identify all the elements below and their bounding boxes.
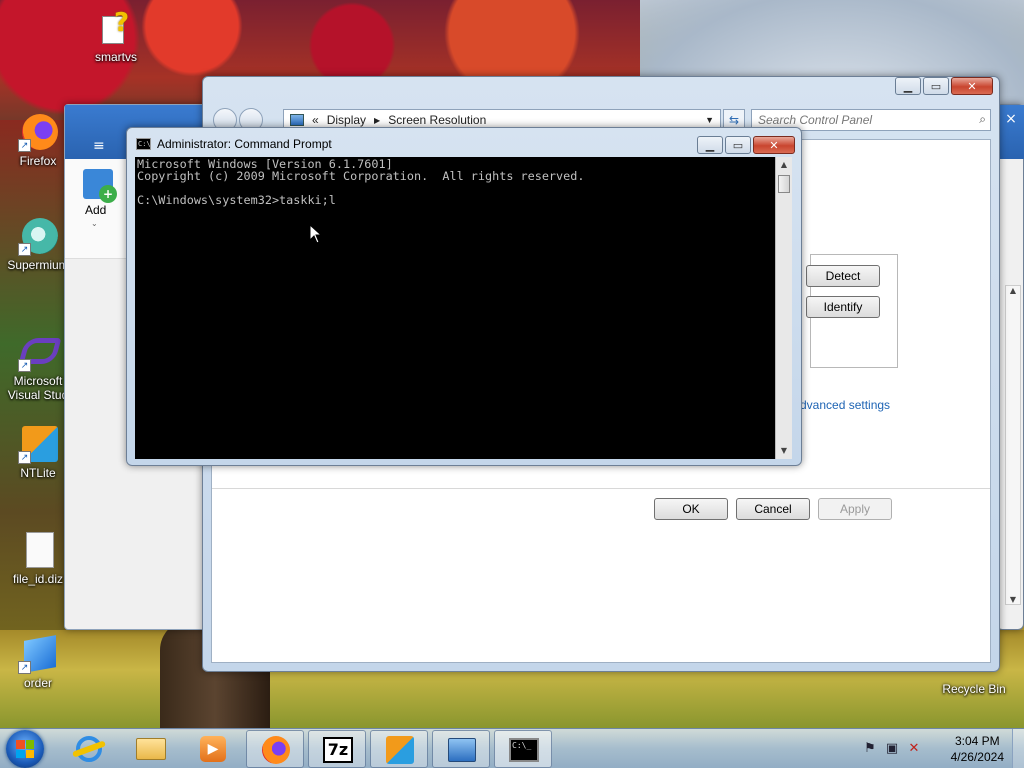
scrollbar[interactable]: ▲ ▼: [1005, 285, 1021, 605]
divider: [212, 488, 990, 489]
desktop-icon-label: smartvs: [95, 50, 137, 64]
taskbar-command-prompt[interactable]: C:\_: [494, 730, 552, 768]
menu-icon[interactable]: ≡: [93, 138, 105, 154]
close-icon[interactable]: ×: [997, 105, 1024, 159]
close-button[interactable]: ✕: [951, 77, 993, 95]
minimize-button[interactable]: ▁: [697, 136, 723, 154]
taskbar-ntlite[interactable]: [370, 730, 428, 768]
search-placeholder: Search Control Panel: [758, 113, 873, 127]
text-file-icon: [18, 530, 58, 570]
console-output[interactable]: Microsoft Windows [Version 6.1.7601] Copy…: [135, 157, 775, 459]
window-title: Administrator: Command Prompt: [157, 137, 332, 151]
advanced-settings-link[interactable]: dvanced settings: [800, 398, 890, 412]
ntlite-icon: [384, 736, 416, 764]
minimize-button[interactable]: ▁: [895, 77, 921, 95]
7zip-icon: 7z: [322, 736, 354, 764]
maximize-button[interactable]: ▭: [725, 136, 751, 154]
visual-studio-icon: ↗: [18, 332, 62, 372]
console-prompt-line: C:\Windows\system32>taskki;l: [137, 193, 336, 207]
command-prompt-icon: C:\_: [508, 736, 540, 764]
desktop-icon-label: Recycle Bin: [942, 682, 1006, 696]
windows-logo-icon: [16, 740, 34, 758]
breadcrumb-separator-icon: ▶: [374, 115, 381, 125]
command-prompt-icon: C:\: [136, 138, 151, 150]
scroll-up-icon[interactable]: ▲: [776, 157, 792, 173]
detect-button[interactable]: Detect: [806, 265, 880, 287]
breadcrumb-display[interactable]: Display: [327, 113, 366, 127]
firefox-icon: [260, 736, 292, 764]
breadcrumb-prefix: «: [312, 113, 319, 127]
internet-explorer-icon: [71, 735, 107, 763]
action-center-flag-icon[interactable]: ⚑: [862, 741, 878, 757]
identify-button[interactable]: Identify: [806, 296, 880, 318]
taskbar: ▶ 7z C:\_ ⚑ ▣ ✕ 3:04 PM 4/26/2024: [0, 728, 1024, 768]
control-panel-icon: [446, 736, 478, 764]
console-scrollbar[interactable]: ▲ ▼: [775, 157, 792, 459]
taskbar-explorer[interactable]: [122, 730, 180, 768]
firefox-icon: ↗: [18, 112, 58, 152]
volume-muted-icon[interactable]: ✕: [906, 741, 922, 757]
start-button[interactable]: [6, 730, 44, 768]
command-prompt-window[interactable]: C:\ Administrator: Command Prompt ▁ ▭ ✕ …: [126, 127, 802, 466]
cube-icon: ↗: [18, 634, 58, 674]
network-icon[interactable]: ▣: [884, 741, 900, 757]
desktop-icon-smartvs[interactable]: ? smartvs: [78, 8, 154, 64]
add-button-label[interactable]: Add: [85, 203, 106, 217]
system-tray: ⚑ ▣ ✕ 3:04 PM 4/26/2024: [854, 729, 1024, 768]
clock[interactable]: 3:04 PM 4/26/2024: [951, 733, 1004, 765]
media-player-icon: ▶: [197, 735, 229, 763]
right-app-window[interactable]: × ▲ ▼: [996, 104, 1024, 630]
desktop-icon-order[interactable]: ↗ order: [0, 634, 76, 690]
maximize-button[interactable]: ▭: [923, 77, 949, 95]
desktop-icon-label: order: [23, 676, 52, 690]
add-icon[interactable]: +: [83, 169, 117, 203]
taskbar-media-player[interactable]: ▶: [184, 730, 242, 768]
help-file-icon: ?: [96, 8, 136, 48]
supermium-icon: ↗: [18, 216, 58, 256]
scroll-thumb[interactable]: [778, 175, 790, 193]
desktop-icon-recycle-bin[interactable]: Recycle Bin: [936, 682, 1012, 696]
7zip-label: 7z: [323, 737, 353, 763]
console-line: Copyright (c) 2009 Microsoft Corporation…: [137, 169, 585, 183]
folder-icon: [135, 735, 167, 763]
control-panel-icon: [290, 114, 304, 126]
scroll-down-icon[interactable]: ▼: [776, 443, 792, 459]
chevron-down-icon[interactable]: ⌄: [91, 219, 98, 228]
cancel-button[interactable]: Cancel: [736, 498, 810, 520]
close-button[interactable]: ✕: [753, 136, 795, 154]
taskbar-control-panel[interactable]: [432, 730, 490, 768]
ok-button[interactable]: OK: [654, 498, 728, 520]
breadcrumb-screen-resolution[interactable]: Screen Resolution: [388, 113, 486, 127]
clock-date: 4/26/2024: [950, 750, 1004, 764]
search-icon[interactable]: ⌕: [979, 112, 986, 127]
taskbar-7zip[interactable]: 7z: [308, 730, 366, 768]
taskbar-internet-explorer[interactable]: [60, 730, 118, 768]
show-desktop-button[interactable]: [1012, 729, 1024, 768]
clock-time: 3:04 PM: [954, 734, 1000, 748]
address-dropdown-icon[interactable]: ▼: [705, 115, 714, 125]
taskbar-firefox[interactable]: [246, 730, 304, 768]
ntlite-icon: ↗: [18, 424, 58, 464]
apply-button[interactable]: Apply: [818, 498, 892, 520]
